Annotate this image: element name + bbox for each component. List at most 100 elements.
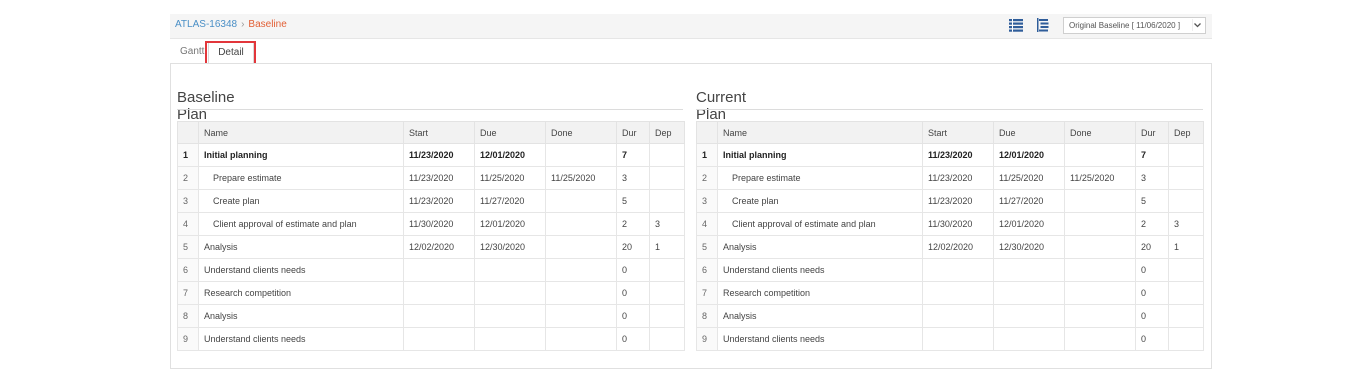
done-date-cell [1064, 212, 1136, 236]
column-header-name[interactable]: Name [717, 121, 923, 144]
column-header-number [177, 121, 199, 144]
breadcrumb-separator: › [241, 19, 245, 30]
baseline-plan-title: Baseline Plan [177, 89, 235, 123]
column-header-done[interactable]: Done [1064, 121, 1136, 144]
duration-cell: 3 [616, 166, 650, 190]
tree-view-icon[interactable] [1036, 18, 1050, 32]
list-view-icon[interactable] [1009, 18, 1023, 32]
column-header-number [696, 121, 718, 144]
tab-gantt[interactable]: Gantt [180, 41, 204, 63]
row-number-cell: 4 [696, 212, 718, 236]
dependency-cell [649, 258, 685, 282]
dependency-cell [649, 327, 685, 351]
detail-panel: Baseline Plan Name Start Due Done Dur De… [170, 63, 1212, 369]
done-date-cell [545, 212, 617, 236]
chevron-down-icon [1192, 19, 1201, 31]
row-number-cell: 7 [696, 281, 718, 305]
dependency-cell: 3 [649, 212, 685, 236]
column-header-dep[interactable]: Dep [649, 121, 685, 144]
column-header-name[interactable]: Name [198, 121, 404, 144]
table-row[interactable]: 6 Understand clients needs 0 [696, 258, 1204, 282]
task-name-cell: Create plan [198, 189, 404, 213]
table-row[interactable]: 3 Create plan 11/23/2020 11/27/2020 5 [177, 189, 685, 213]
table-row[interactable]: 8 Analysis 0 [696, 304, 1204, 328]
table-row[interactable]: 9 Understand clients needs 0 [696, 327, 1204, 351]
duration-cell: 0 [1135, 304, 1169, 328]
table-row[interactable]: 6 Understand clients needs 0 [177, 258, 685, 282]
column-header-dep[interactable]: Dep [1168, 121, 1204, 144]
duration-cell: 7 [1135, 143, 1169, 167]
due-date-cell [993, 304, 1065, 328]
column-header-start[interactable]: Start [403, 121, 475, 144]
dependency-cell [649, 166, 685, 190]
row-number-cell: 8 [696, 304, 718, 328]
table-row[interactable]: 2 Prepare estimate 11/23/2020 11/25/2020 11/… [696, 166, 1204, 190]
breadcrumb-project-link[interactable]: ATLAS-16348 [175, 19, 237, 30]
due-date-cell [474, 281, 546, 305]
table-row[interactable]: 1 Initial planning 11/23/2020 12/01/2020 7 [177, 143, 685, 167]
start-date-cell: 11/23/2020 [922, 166, 994, 190]
table-row[interactable]: 9 Understand clients needs 0 [177, 327, 685, 351]
done-date-cell [1064, 327, 1136, 351]
column-header-done[interactable]: Done [545, 121, 617, 144]
start-date-cell: 11/30/2020 [922, 212, 994, 236]
done-date-cell [545, 327, 617, 351]
dependency-cell [649, 143, 685, 167]
dependency-cell [1168, 166, 1204, 190]
duration-cell: 5 [1135, 189, 1169, 213]
table-row[interactable]: 8 Analysis 0 [177, 304, 685, 328]
dependency-cell [649, 189, 685, 213]
due-date-cell [993, 258, 1065, 282]
task-name-cell: Analysis [717, 304, 923, 328]
dependency-cell [649, 281, 685, 305]
start-date-cell [403, 304, 475, 328]
dependency-cell [1168, 258, 1204, 282]
column-header-due[interactable]: Due [993, 121, 1065, 144]
task-name-cell: Analysis [198, 235, 404, 259]
task-name-cell: Analysis [717, 235, 923, 259]
done-date-cell [545, 235, 617, 259]
duration-cell: 0 [616, 327, 650, 351]
table-row[interactable]: 2 Prepare estimate 11/23/2020 11/25/2020 11/… [177, 166, 685, 190]
table-row[interactable]: 5 Analysis 12/02/2020 12/30/2020 20 1 [696, 235, 1204, 259]
duration-cell: 2 [1135, 212, 1169, 236]
row-number-cell: 9 [696, 327, 718, 351]
tab-detail[interactable]: Detail [208, 41, 254, 65]
table-row[interactable]: 7 Research competition 0 [177, 281, 685, 305]
task-name-cell: Understand clients needs [717, 258, 923, 282]
start-date-cell [922, 304, 994, 328]
column-header-due[interactable]: Due [474, 121, 546, 144]
duration-cell: 20 [1135, 235, 1169, 259]
start-date-cell: 11/23/2020 [922, 189, 994, 213]
top-bar: ATLAS-16348 › Baseline Original Baseline [… [170, 14, 1212, 39]
column-header-dur[interactable]: Dur [616, 121, 650, 144]
baseline-select[interactable]: Original Baseline [ 11/06/2020 ] [1063, 17, 1206, 34]
done-date-cell [1064, 189, 1136, 213]
table-row[interactable]: 4 Client approval of estimate and plan 11/… [696, 212, 1204, 236]
table-row[interactable]: 3 Create plan 11/23/2020 11/27/2020 5 [696, 189, 1204, 213]
duration-cell: 7 [616, 143, 650, 167]
due-date-cell [993, 281, 1065, 305]
due-date-cell [993, 327, 1065, 351]
done-date-cell [1064, 143, 1136, 167]
row-number-cell: 1 [177, 143, 199, 167]
baseline-view: ATLAS-16348 › Baseline Original Baseline [… [170, 14, 1212, 369]
column-header-dur[interactable]: Dur [1135, 121, 1169, 144]
start-date-cell: 11/23/2020 [403, 143, 475, 167]
task-name-cell: Client approval of estimate and plan [198, 212, 404, 236]
dependency-cell [649, 304, 685, 328]
duration-cell: 0 [1135, 258, 1169, 282]
table-row[interactable]: 4 Client approval of estimate and plan 11/… [177, 212, 685, 236]
column-header-start[interactable]: Start [922, 121, 994, 144]
done-date-cell [545, 258, 617, 282]
duration-cell: 2 [616, 212, 650, 236]
task-name-cell: Client approval of estimate and plan [717, 212, 923, 236]
task-name-cell: Initial planning [717, 143, 923, 167]
table-row[interactable]: 5 Analysis 12/02/2020 12/30/2020 20 1 [177, 235, 685, 259]
duration-cell: 0 [616, 281, 650, 305]
row-number-cell: 4 [177, 212, 199, 236]
table-row[interactable]: 7 Research competition 0 [696, 281, 1204, 305]
due-date-cell: 11/25/2020 [474, 166, 546, 190]
table-row[interactable]: 1 Initial planning 11/23/2020 12/01/2020 7 [696, 143, 1204, 167]
due-date-cell: 12/30/2020 [474, 235, 546, 259]
